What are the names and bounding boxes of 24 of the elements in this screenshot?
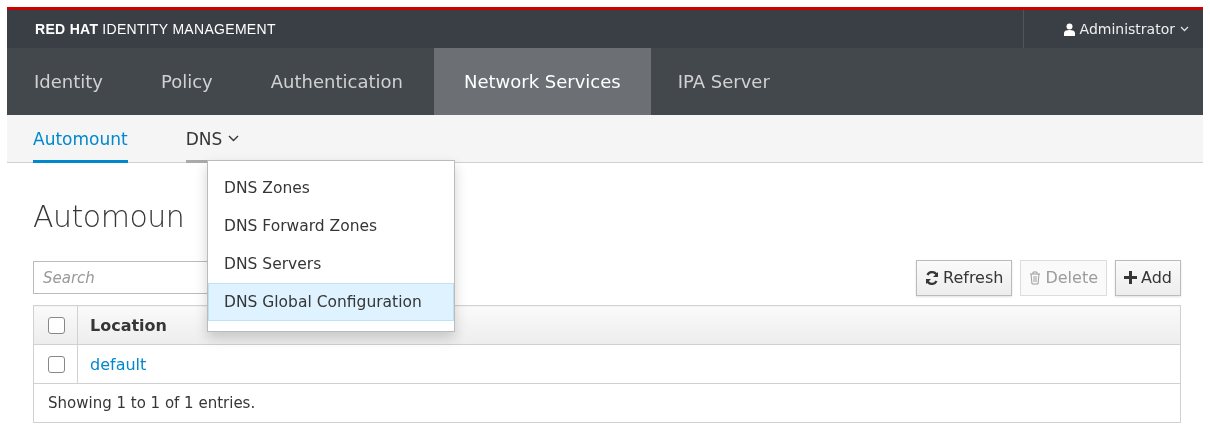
checkbox[interactable] bbox=[48, 316, 65, 334]
menu-item[interactable]: DNS Forward Zones bbox=[208, 207, 454, 245]
table-footer: Showing 1 to 1 of 1 entries. bbox=[33, 383, 1181, 423]
nav-tab[interactable]: Policy bbox=[134, 48, 244, 115]
plus-icon bbox=[1124, 271, 1137, 284]
refresh-button[interactable]: Refresh bbox=[916, 259, 1013, 296]
sub-tab[interactable]: Automount bbox=[33, 115, 128, 163]
nav-tab[interactable]: Network Services bbox=[433, 48, 651, 115]
nav-tab[interactable]: Identity bbox=[7, 48, 134, 115]
nav-tab[interactable]: Authentication bbox=[243, 48, 434, 115]
page-title: Automoun bbox=[33, 199, 185, 235]
menu-item[interactable]: DNS Zones bbox=[208, 169, 454, 207]
brand-logo: RED HAT IDENTITY MANAGEMENT bbox=[34, 20, 277, 39]
nav-tab[interactable]: IPA Server bbox=[650, 48, 801, 115]
refresh-icon bbox=[925, 270, 939, 285]
add-button[interactable]: Add bbox=[1115, 259, 1181, 296]
user-icon bbox=[1063, 22, 1075, 36]
caret-icon bbox=[1180, 26, 1189, 32]
checkbox[interactable] bbox=[48, 355, 65, 373]
location-link[interactable]: default bbox=[90, 354, 147, 374]
menu-item[interactable]: DNS Global Configuration bbox=[208, 283, 454, 321]
menu-item[interactable]: DNS Servers bbox=[208, 245, 454, 283]
caret-icon bbox=[228, 135, 240, 142]
trash-icon bbox=[1029, 270, 1042, 285]
